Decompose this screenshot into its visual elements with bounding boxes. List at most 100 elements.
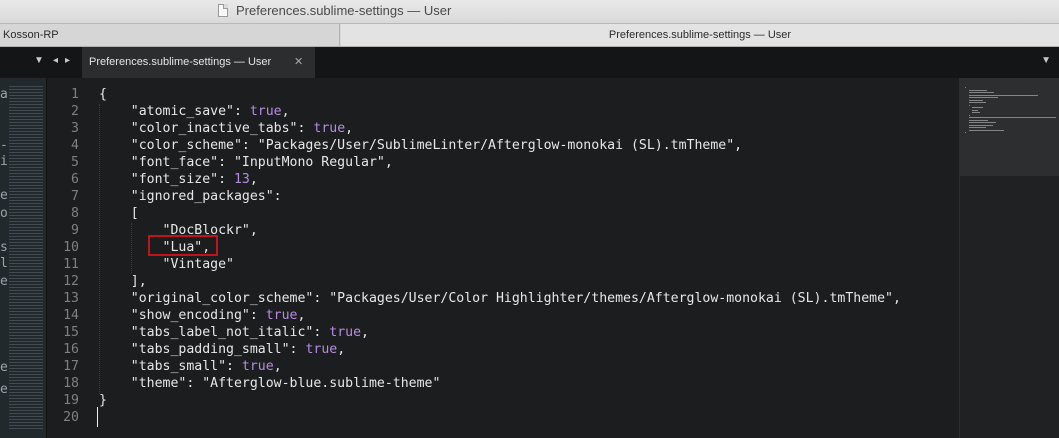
code-line: "tabs_label_not_italic": true, xyxy=(99,324,369,341)
minimap-line xyxy=(968,97,999,98)
minimap-line xyxy=(965,132,966,133)
sidebar-peek-char: i xyxy=(0,154,8,169)
tab-overflow-menu-icon[interactable]: ▼ xyxy=(1041,55,1051,66)
code-line: "tabs_padding_small": true, xyxy=(99,341,345,358)
line-number: 13 xyxy=(63,291,79,306)
code-line: "DocBlockr", xyxy=(99,222,258,239)
code-line: "ignored_packages": xyxy=(99,188,282,205)
minimap-line xyxy=(972,112,981,113)
code-text: "font_size": xyxy=(99,172,234,187)
code-line: "show_encoding": true, xyxy=(99,307,306,324)
code-text: "color_inactive_tabs": xyxy=(99,121,314,136)
line-number: 8 xyxy=(71,206,79,221)
minimap-line xyxy=(972,107,983,108)
line-number: 20 xyxy=(63,410,79,425)
sidebar-peek-char: e xyxy=(0,188,8,203)
code-text: { xyxy=(99,87,107,102)
tab-label: Preferences.sublime-settings — User xyxy=(89,56,272,68)
code-punctuation: , xyxy=(345,121,354,136)
sidebar-peek-char: e xyxy=(0,360,8,375)
sidebar-peek-char: a xyxy=(0,87,8,102)
minimap-line xyxy=(968,89,987,91)
code-text: "font_face": "InputMono Regular", xyxy=(99,155,393,170)
code-text: ], xyxy=(99,274,147,289)
code-punctuation: , xyxy=(273,359,282,374)
code-line: "Vintage" xyxy=(99,256,234,273)
sidebar-peek-char: e xyxy=(0,274,8,289)
code-text: "tabs_small": xyxy=(99,359,242,374)
code-text: "tabs_padding_small": xyxy=(99,342,306,357)
code-text: "atomic_save": xyxy=(99,104,250,119)
minimap-line xyxy=(968,99,983,101)
code-literal: true xyxy=(305,342,338,357)
code-line: ], xyxy=(99,273,147,290)
window-tab-strip: Kosson-RP Preferences.sublime-settings —… xyxy=(0,24,1059,47)
minimap-line xyxy=(968,122,996,123)
code-text: "Lua", xyxy=(99,240,211,255)
line-number: 5 xyxy=(71,155,79,170)
sidebar-peek-char: s xyxy=(0,240,8,255)
tabs-dropdown-icon[interactable]: ▼ xyxy=(34,55,44,66)
minimap-line xyxy=(968,127,986,128)
minimap-line xyxy=(968,104,970,106)
window-tab-project[interactable]: Kosson-RP xyxy=(0,24,340,46)
sidebar-minimap-stripe xyxy=(9,86,43,431)
sidebar-peek-char: o xyxy=(0,206,8,221)
line-number: 17 xyxy=(63,359,79,374)
minimap[interactable] xyxy=(959,78,1059,438)
line-number: 2 xyxy=(71,104,79,119)
code-line: [ xyxy=(99,205,139,222)
sidebar-peek-char: e xyxy=(0,382,8,397)
editor-tab-bar: ▼ ◂ ▸ Preferences.sublime-settings — Use… xyxy=(0,47,1059,78)
code-punctuation: , xyxy=(297,308,306,323)
minimap-line xyxy=(965,87,966,88)
line-number: 18 xyxy=(63,376,79,391)
sidebar-panel[interactable]: a - i e o s l e e e xyxy=(0,78,47,438)
tab-preferences[interactable]: Preferences.sublime-settings — User ✕ xyxy=(82,47,315,78)
code-literal: true xyxy=(241,359,274,374)
minimap-line xyxy=(968,129,1004,131)
line-number: 1 xyxy=(71,87,79,102)
window-tab-active-file[interactable]: Preferences.sublime-settings — User xyxy=(341,24,1059,46)
line-number: 14 xyxy=(63,308,79,323)
line-number: 7 xyxy=(71,189,79,204)
code-text: "DocBlockr", xyxy=(99,223,258,238)
line-number: 10 xyxy=(63,240,79,255)
code-line: "font_size": 13, xyxy=(99,171,258,188)
minimap-line xyxy=(972,109,978,111)
line-number: 11 xyxy=(63,257,79,272)
nav-back-icon[interactable]: ◂ xyxy=(53,55,58,66)
code-line: "original_color_scheme": "Packages/User/… xyxy=(99,290,901,307)
close-icon[interactable]: ✕ xyxy=(294,47,303,78)
minimap-line xyxy=(968,119,989,121)
code-line: "atomic_save": true, xyxy=(99,103,290,120)
code-text: "original_color_scheme": "Packages/User/… xyxy=(99,291,901,306)
code-line: "color_inactive_tabs": true, xyxy=(99,120,353,137)
code-literal: true xyxy=(265,308,298,323)
code-punctuation: , xyxy=(361,325,369,340)
code-literal: true xyxy=(249,104,282,119)
minimap-line xyxy=(968,92,994,93)
code-line: "Lua", xyxy=(99,239,211,256)
code-line: } xyxy=(99,392,107,409)
code-text: "theme": "Afterglow-blue.sublime-theme" xyxy=(99,376,441,391)
line-number: 15 xyxy=(63,325,79,340)
line-number: 19 xyxy=(63,393,79,408)
code-punctuation: , xyxy=(337,342,346,357)
line-number: 3 xyxy=(71,121,79,136)
line-number: 12 xyxy=(63,274,79,289)
code-text: "show_encoding": xyxy=(99,308,266,323)
code-text: [ xyxy=(99,206,139,221)
code-line: { xyxy=(99,86,107,103)
code-text: "ignored_packages": xyxy=(99,189,282,204)
code-literal: 13 xyxy=(233,172,250,187)
code-editor[interactable]: 1 2 3 4 5 6 7 8 9 10 11 12 13 14 15 16 17 18 19 20{ "atomic… xyxy=(47,78,959,438)
line-number: 9 xyxy=(71,223,79,238)
nav-forward-icon[interactable]: ▸ xyxy=(65,55,70,66)
minimap-line xyxy=(968,124,993,126)
code-literal: true xyxy=(313,121,346,136)
code-literal: true xyxy=(329,325,362,340)
code-text: } xyxy=(99,393,107,408)
line-number: 4 xyxy=(71,138,79,153)
minimap-line xyxy=(968,102,986,103)
